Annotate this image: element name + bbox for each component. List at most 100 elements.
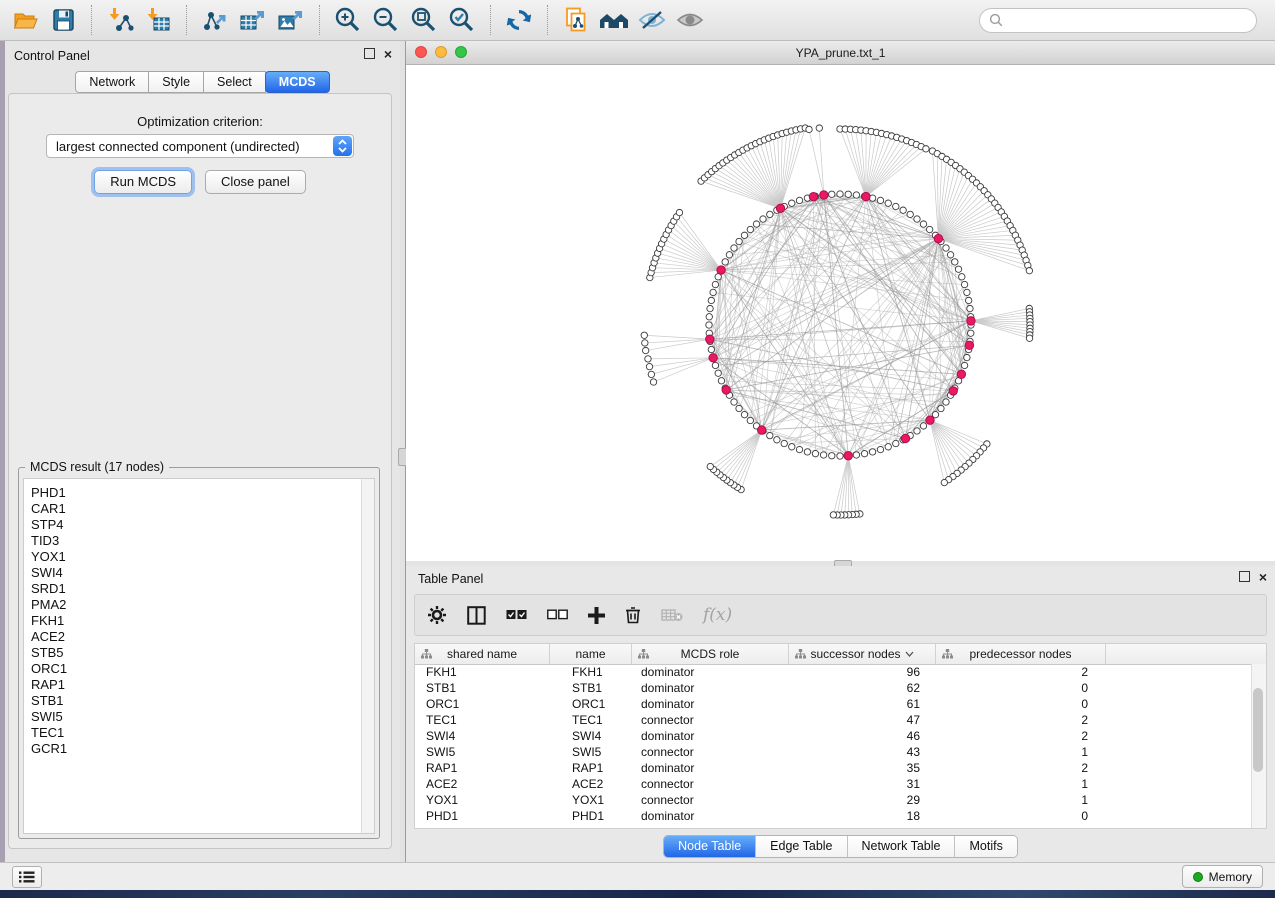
search-box[interactable] <box>979 8 1257 33</box>
cell: dominator <box>632 664 789 680</box>
cell: connector <box>632 792 789 808</box>
cell: ACE2 <box>550 776 632 792</box>
status-bar: Memory <box>0 862 1275 890</box>
column-header-successor-nodes[interactable]: successor nodes <box>789 644 936 664</box>
scrollbar-thumb[interactable] <box>1253 688 1263 772</box>
table-row[interactable]: ACE2ACE2connector311 <box>415 776 1252 792</box>
cell: SWI5 <box>415 744 550 760</box>
export-network-glyph <box>202 7 229 34</box>
table-body: FKH1FKH1dominator962STB1STB1dominator620… <box>415 664 1252 828</box>
network-canvas[interactable] <box>406 64 1275 561</box>
first-neighbors-icon[interactable] <box>597 3 631 37</box>
show-all-icon[interactable] <box>673 3 707 37</box>
open-folder-icon[interactable] <box>8 3 42 37</box>
table-settings-gear-icon[interactable] <box>427 605 447 625</box>
cell: 2 <box>936 760 1106 776</box>
import-network-glyph <box>107 7 134 34</box>
column-header-name[interactable]: name <box>550 644 632 664</box>
tab-network[interactable]: Network <box>75 71 149 93</box>
tab-edge-table[interactable]: Edge Table <box>755 836 846 857</box>
table-row[interactable]: ORC1ORC1dominator610 <box>415 696 1252 712</box>
cell: YOX1 <box>415 792 550 808</box>
delete-column-icon[interactable] <box>625 606 641 624</box>
deselect-all-icon[interactable] <box>547 609 568 621</box>
export-network-icon[interactable] <box>198 3 232 37</box>
cell: connector <box>632 776 789 792</box>
table-row[interactable]: PHD1PHD1dominator180 <box>415 808 1252 824</box>
result-node: GCR1 <box>31 741 374 757</box>
cell: FKH1 <box>550 664 632 680</box>
refresh-icon[interactable] <box>502 3 536 37</box>
export-table-icon[interactable] <box>236 3 270 37</box>
close-panel-icon[interactable]: × <box>1259 572 1267 582</box>
import-table-icon[interactable] <box>141 3 175 37</box>
search-input[interactable] <box>1009 12 1247 28</box>
tab-select[interactable]: Select <box>203 71 266 93</box>
tab-network-table[interactable]: Network Table <box>847 836 955 857</box>
cell: 18 <box>789 808 936 824</box>
result-node: FKH1 <box>31 613 374 629</box>
optimization-criterion-select[interactable]: largest connected component (undirected) <box>46 134 354 158</box>
column-header-MCDS-role[interactable]: MCDS role <box>632 644 789 664</box>
save-icon[interactable] <box>46 3 80 37</box>
add-column-icon[interactable] <box>588 607 605 624</box>
tab-mcds[interactable]: MCDS <box>265 71 330 93</box>
zoom-out-icon[interactable] <box>369 3 403 37</box>
zoom-selected-icon[interactable] <box>445 3 479 37</box>
zoom-window-icon[interactable] <box>455 46 467 58</box>
float-panel-icon[interactable] <box>364 48 375 59</box>
cell: ACE2 <box>415 776 550 792</box>
result-node: SWI5 <box>31 709 374 725</box>
control-panel-title: Control Panel <box>14 49 90 63</box>
select-all-icon[interactable] <box>506 609 527 621</box>
run-mcds-button[interactable]: Run MCDS <box>94 170 192 194</box>
hide-selected-icon[interactable] <box>635 3 669 37</box>
column-header-shared-name[interactable]: shared name <box>415 644 550 664</box>
table-row[interactable]: FKH1FKH1dominator962 <box>415 664 1252 680</box>
import-table-glyph <box>145 7 172 34</box>
show-columns-icon[interactable] <box>467 606 486 625</box>
close-panel-icon[interactable]: × <box>384 49 392 59</box>
zoom-in-icon[interactable] <box>331 3 365 37</box>
network-file-glyph <box>562 6 590 34</box>
node-table: shared namenameMCDS rolesuccessor nodesp… <box>414 643 1267 829</box>
memory-status-icon <box>1193 872 1203 882</box>
toolbar-separator <box>186 5 187 35</box>
import-network-icon[interactable] <box>103 3 137 37</box>
cell: 35 <box>789 760 936 776</box>
tab-node-table[interactable]: Node Table <box>664 836 755 857</box>
console-list-icon[interactable] <box>12 866 42 888</box>
cell: RAP1 <box>415 760 550 776</box>
memory-label: Memory <box>1209 870 1252 884</box>
tab-style[interactable]: Style <box>148 71 204 93</box>
result-node: RAP1 <box>31 677 374 693</box>
toolbar-separator <box>319 5 320 35</box>
result-node: ACE2 <box>31 629 374 645</box>
table-row[interactable]: RAP1RAP1dominator352 <box>415 760 1252 776</box>
cell: 47 <box>789 712 936 728</box>
tab-motifs[interactable]: Motifs <box>954 836 1016 857</box>
table-row[interactable]: SWI4SWI4dominator462 <box>415 728 1252 744</box>
close-panel-button[interactable]: Close panel <box>205 170 306 194</box>
minimize-window-icon[interactable] <box>435 46 447 58</box>
table-scrollbar[interactable] <box>1251 664 1266 828</box>
memory-button[interactable]: Memory <box>1182 865 1263 888</box>
cell: 2 <box>936 712 1106 728</box>
network-titlebar[interactable]: YPA_prune.txt_1 <box>406 41 1275 65</box>
table-row[interactable]: SWI5SWI5connector431 <box>415 744 1252 760</box>
column-header-predecessor-nodes[interactable]: predecessor nodes <box>936 644 1106 664</box>
mcds-result-scrollbar[interactable] <box>361 479 374 833</box>
float-panel-icon[interactable] <box>1239 571 1250 582</box>
cell: dominator <box>632 760 789 776</box>
network-file-icon[interactable] <box>559 3 593 37</box>
table-row[interactable]: TEC1TEC1connector472 <box>415 712 1252 728</box>
table-row[interactable]: YOX1YOX1connector291 <box>415 792 1252 808</box>
zoom-fit-icon[interactable] <box>407 3 441 37</box>
table-row[interactable]: STB1STB1dominator620 <box>415 680 1252 696</box>
export-image-icon[interactable] <box>274 3 308 37</box>
main-toolbar <box>0 0 1275 41</box>
select-stepper-icon <box>333 136 352 156</box>
result-node: PMA2 <box>31 597 374 613</box>
save-glyph <box>50 7 76 33</box>
close-window-icon[interactable] <box>415 46 427 58</box>
